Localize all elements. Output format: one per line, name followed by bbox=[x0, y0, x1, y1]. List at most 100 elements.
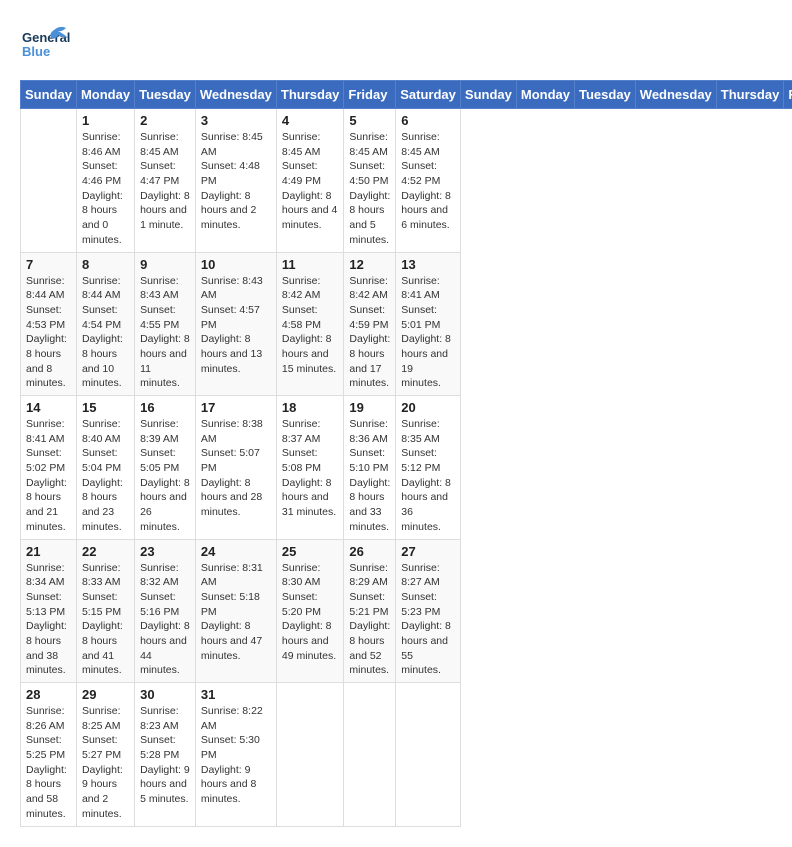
day-info: Sunrise: 8:45 AM Sunset: 4:47 PM Dayligh… bbox=[140, 130, 190, 233]
header-saturday: Saturday bbox=[396, 81, 461, 109]
day-cell: 31 Sunrise: 8:22 AM Sunset: 5:30 PM Dayli… bbox=[195, 683, 276, 827]
day-info: Sunrise: 8:45 AM Sunset: 4:48 PM Dayligh… bbox=[201, 130, 271, 233]
day-cell: 3 Sunrise: 8:45 AM Sunset: 4:48 PM Daylig… bbox=[195, 109, 276, 253]
day-info: Sunrise: 8:38 AM Sunset: 5:07 PM Dayligh… bbox=[201, 417, 271, 520]
day-info: Sunrise: 8:45 AM Sunset: 4:49 PM Dayligh… bbox=[282, 130, 339, 233]
day-cell: 22Sunrise: 8:33 AM Sunset: 5:15 PM Dayli… bbox=[76, 539, 134, 683]
day-info: Sunrise: 8:36 AM Sunset: 5:10 PM Dayligh… bbox=[349, 417, 390, 535]
day-cell: 2 Sunrise: 8:45 AM Sunset: 4:47 PM Daylig… bbox=[135, 109, 196, 253]
day-info: Sunrise: 8:25 AM Sunset: 5:27 PM Dayligh… bbox=[82, 704, 129, 822]
week-row-5: 28 Sunrise: 8:26 AM Sunset: 5:25 PM Dayli… bbox=[21, 683, 792, 827]
day-cell bbox=[344, 683, 396, 827]
day-number: 20 bbox=[401, 400, 455, 415]
week-row-4: 21 Sunrise: 8:34 AM Sunset: 5:13 PM Dayli… bbox=[21, 539, 792, 683]
day-cell: 12 Sunrise: 8:42 AM Sunset: 4:59 PM Dayli… bbox=[344, 252, 396, 396]
svg-text:General: General bbox=[22, 30, 70, 45]
day-cell: 25Sunrise: 8:30 AM Sunset: 5:20 PM Dayli… bbox=[276, 539, 344, 683]
day-number: 18 bbox=[282, 400, 339, 415]
day-number: 1 bbox=[82, 113, 129, 128]
day-cell: 14 Sunrise: 8:41 AM Sunset: 5:02 PM Dayli… bbox=[21, 396, 77, 540]
day-info: Sunrise: 8:41 AM Sunset: 5:01 PM Dayligh… bbox=[401, 274, 455, 392]
day-cell bbox=[276, 683, 344, 827]
day-number: 12 bbox=[349, 257, 390, 272]
day-cell: 28 Sunrise: 8:26 AM Sunset: 5:25 PM Dayli… bbox=[21, 683, 77, 827]
calendar-header-row: SundayMondayTuesdayWednesdayThursdayFrid… bbox=[21, 81, 792, 109]
day-info: Sunrise: 8:27 AM Sunset: 5:23 PM Dayligh… bbox=[401, 561, 455, 679]
day-cell: 16Sunrise: 8:39 AM Sunset: 5:05 PM Dayli… bbox=[135, 396, 196, 540]
logo-icon: General Blue bbox=[20, 20, 70, 70]
header-friday: Friday bbox=[344, 81, 396, 109]
day-info: Sunrise: 8:43 AM Sunset: 4:55 PM Dayligh… bbox=[140, 274, 190, 392]
header-wednesday: Wednesday bbox=[195, 81, 276, 109]
day-cell: 23Sunrise: 8:32 AM Sunset: 5:16 PM Dayli… bbox=[135, 539, 196, 683]
day-cell: 24Sunrise: 8:31 AM Sunset: 5:18 PM Dayli… bbox=[195, 539, 276, 683]
week-row-2: 7Sunrise: 8:44 AM Sunset: 4:53 PM Daylig… bbox=[21, 252, 792, 396]
day-number: 23 bbox=[140, 544, 190, 559]
day-info: Sunrise: 8:42 AM Sunset: 4:59 PM Dayligh… bbox=[349, 274, 390, 392]
day-info: Sunrise: 8:37 AM Sunset: 5:08 PM Dayligh… bbox=[282, 417, 339, 520]
day-cell: 10 Sunrise: 8:43 AM Sunset: 4:57 PM Dayli… bbox=[195, 252, 276, 396]
day-cell: 18 Sunrise: 8:37 AM Sunset: 5:08 PM Dayli… bbox=[276, 396, 344, 540]
logo: General Blue bbox=[20, 20, 70, 70]
day-number: 21 bbox=[26, 544, 71, 559]
day-number: 3 bbox=[201, 113, 271, 128]
day-info: Sunrise: 8:22 AM Sunset: 5:30 PM Dayligh… bbox=[201, 704, 271, 807]
day-cell bbox=[396, 683, 461, 827]
header-monday: Monday bbox=[76, 81, 134, 109]
day-info: Sunrise: 8:41 AM Sunset: 5:02 PM Dayligh… bbox=[26, 417, 71, 535]
day-number: 19 bbox=[349, 400, 390, 415]
day-cell: 8 Sunrise: 8:44 AM Sunset: 4:54 PM Daylig… bbox=[76, 252, 134, 396]
day-number: 29 bbox=[82, 687, 129, 702]
day-info: Sunrise: 8:23 AM Sunset: 5:28 PM Dayligh… bbox=[140, 704, 190, 807]
day-number: 5 bbox=[349, 113, 390, 128]
week-row-3: 14 Sunrise: 8:41 AM Sunset: 5:02 PM Dayli… bbox=[21, 396, 792, 540]
day-number: 8 bbox=[82, 257, 129, 272]
day-cell: 4 Sunrise: 8:45 AM Sunset: 4:49 PM Daylig… bbox=[276, 109, 344, 253]
day-number: 30 bbox=[140, 687, 190, 702]
day-info: Sunrise: 8:42 AM Sunset: 4:58 PM Dayligh… bbox=[282, 274, 339, 377]
day-number: 10 bbox=[201, 257, 271, 272]
day-number: 27 bbox=[401, 544, 455, 559]
day-info: Sunrise: 8:45 AM Sunset: 4:50 PM Dayligh… bbox=[349, 130, 390, 248]
day-info: Sunrise: 8:40 AM Sunset: 5:04 PM Dayligh… bbox=[82, 417, 129, 535]
day-number: 14 bbox=[26, 400, 71, 415]
day-cell: 13Sunrise: 8:41 AM Sunset: 5:01 PM Dayli… bbox=[396, 252, 461, 396]
day-cell: 27 Sunrise: 8:27 AM Sunset: 5:23 PM Dayli… bbox=[396, 539, 461, 683]
day-cell: 1 Sunrise: 8:46 AM Sunset: 4:46 PM Daylig… bbox=[76, 109, 134, 253]
day-number: 22 bbox=[82, 544, 129, 559]
day-number: 15 bbox=[82, 400, 129, 415]
day-info: Sunrise: 8:44 AM Sunset: 4:53 PM Dayligh… bbox=[26, 274, 71, 392]
day-number: 24 bbox=[201, 544, 271, 559]
week-row-1: 1 Sunrise: 8:46 AM Sunset: 4:46 PM Daylig… bbox=[21, 109, 792, 253]
day-info: Sunrise: 8:45 AM Sunset: 4:52 PM Dayligh… bbox=[401, 130, 455, 233]
day-info: Sunrise: 8:43 AM Sunset: 4:57 PM Dayligh… bbox=[201, 274, 271, 377]
day-cell: 17Sunrise: 8:38 AM Sunset: 5:07 PM Dayli… bbox=[195, 396, 276, 540]
day-info: Sunrise: 8:44 AM Sunset: 4:54 PM Dayligh… bbox=[82, 274, 129, 392]
day-cell: 11Sunrise: 8:42 AM Sunset: 4:58 PM Dayli… bbox=[276, 252, 344, 396]
day-info: Sunrise: 8:26 AM Sunset: 5:25 PM Dayligh… bbox=[26, 704, 71, 822]
day-number: 16 bbox=[140, 400, 190, 415]
header-sunday: Sunday bbox=[460, 81, 516, 109]
day-number: 9 bbox=[140, 257, 190, 272]
day-number: 28 bbox=[26, 687, 71, 702]
day-info: Sunrise: 8:46 AM Sunset: 4:46 PM Dayligh… bbox=[82, 130, 129, 248]
day-cell: 19 Sunrise: 8:36 AM Sunset: 5:10 PM Dayli… bbox=[344, 396, 396, 540]
day-cell: 15 Sunrise: 8:40 AM Sunset: 5:04 PM Dayli… bbox=[76, 396, 134, 540]
day-cell: 21 Sunrise: 8:34 AM Sunset: 5:13 PM Dayli… bbox=[21, 539, 77, 683]
day-cell: 29 Sunrise: 8:25 AM Sunset: 5:27 PM Dayli… bbox=[76, 683, 134, 827]
day-cell: 7Sunrise: 8:44 AM Sunset: 4:53 PM Daylig… bbox=[21, 252, 77, 396]
day-cell: 26Sunrise: 8:29 AM Sunset: 5:21 PM Dayli… bbox=[344, 539, 396, 683]
day-number: 26 bbox=[349, 544, 390, 559]
day-cell: 6Sunrise: 8:45 AM Sunset: 4:52 PM Daylig… bbox=[396, 109, 461, 253]
day-number: 4 bbox=[282, 113, 339, 128]
header-friday: Friday bbox=[784, 81, 792, 109]
header-sunday: Sunday bbox=[21, 81, 77, 109]
day-number: 31 bbox=[201, 687, 271, 702]
header-tuesday: Tuesday bbox=[575, 81, 636, 109]
day-cell: 9 Sunrise: 8:43 AM Sunset: 4:55 PM Daylig… bbox=[135, 252, 196, 396]
day-info: Sunrise: 8:34 AM Sunset: 5:13 PM Dayligh… bbox=[26, 561, 71, 679]
day-number: 2 bbox=[140, 113, 190, 128]
calendar-table: SundayMondayTuesdayWednesdayThursdayFrid… bbox=[20, 80, 792, 827]
header-tuesday: Tuesday bbox=[135, 81, 196, 109]
header-wednesday: Wednesday bbox=[635, 81, 716, 109]
